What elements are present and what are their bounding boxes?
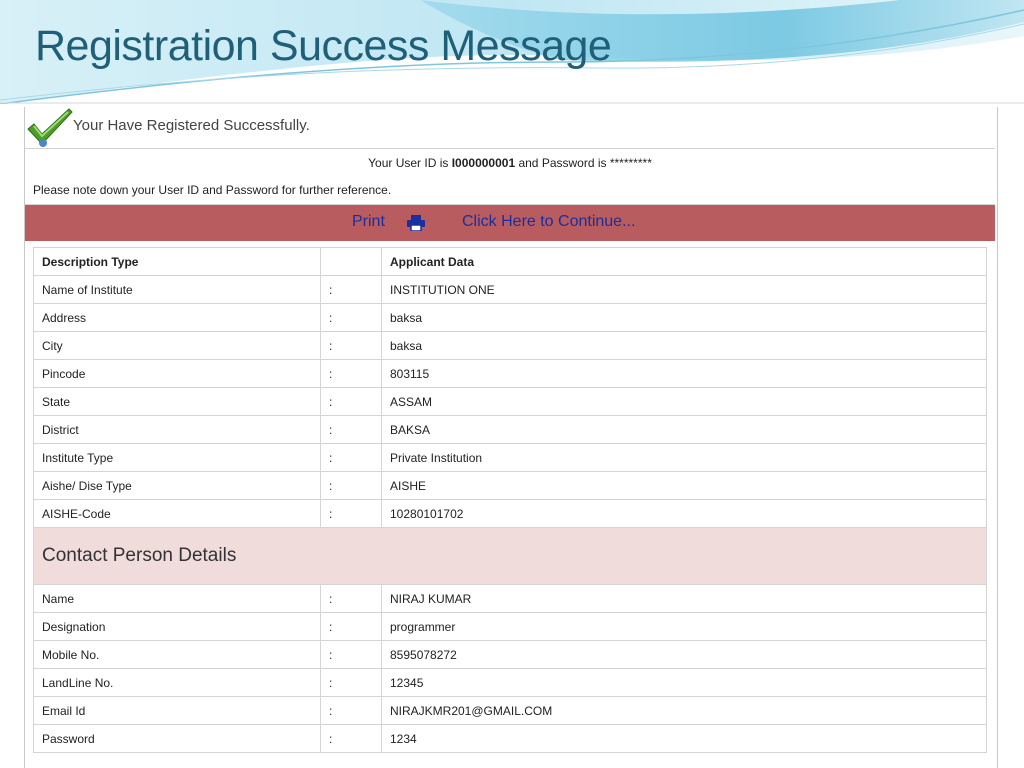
row-value: INSTITUTION ONE	[381, 275, 987, 304]
table-row: AISHE-Code : 10280101702	[33, 499, 987, 528]
userid-row: Your User ID is I000000001 and Password …	[25, 149, 995, 178]
row-separator: :	[320, 499, 382, 528]
action-bar: Print Click Here to Continue...	[25, 205, 995, 241]
row-separator: :	[320, 640, 382, 669]
continue-link[interactable]: Click Here to Continue...	[462, 213, 635, 231]
table-row: Address : baksa	[33, 303, 987, 332]
table-row: Designation : programmer	[33, 612, 987, 641]
row-value: ASSAM	[381, 387, 987, 416]
row-separator: :	[320, 724, 382, 753]
header-separator	[320, 247, 382, 276]
row-label: State	[33, 387, 321, 416]
row-label: Email Id	[33, 696, 321, 725]
row-label: AISHE-Code	[33, 499, 321, 528]
row-label: Name	[33, 584, 321, 613]
table-header-row: Description Type Applicant Data	[33, 247, 987, 276]
row-value: programmer	[381, 612, 987, 641]
userid-prefix: Your User ID is	[368, 156, 452, 170]
table-row: State : ASSAM	[33, 387, 987, 416]
row-separator: :	[320, 471, 382, 500]
row-value: 8595078272	[381, 640, 987, 669]
row-label: Aishe/ Dise Type	[33, 471, 321, 500]
row-value: BAKSA	[381, 415, 987, 444]
row-label: Designation	[33, 612, 321, 641]
row-value: 12345	[381, 668, 987, 697]
row-label: Password	[33, 724, 321, 753]
table-row: Name : NIRAJ KUMAR	[33, 584, 987, 613]
slide-title: Registration Success Message	[35, 22, 612, 70]
row-value: NIRAJKMR201@GMAIL.COM	[381, 696, 987, 725]
table-row: Institute Type : Private Institution	[33, 443, 987, 472]
row-separator: :	[320, 584, 382, 613]
reference-note: Please note down your User ID and Passwo…	[25, 177, 995, 205]
applicant-data-table: Description Type Applicant Data Name of …	[33, 247, 987, 753]
header-applicant-data: Applicant Data	[381, 247, 987, 276]
print-link[interactable]: Print	[352, 213, 385, 231]
table-row: Pincode : 803115	[33, 359, 987, 388]
row-separator: :	[320, 668, 382, 697]
row-label: Address	[33, 303, 321, 332]
row-label: Mobile No.	[33, 640, 321, 669]
row-separator: :	[320, 443, 382, 472]
row-separator: :	[320, 415, 382, 444]
row-separator: :	[320, 359, 382, 388]
table-row: Name of Institute : INSTITUTION ONE	[33, 275, 987, 304]
row-label: City	[33, 331, 321, 360]
success-row: Your Have Registered Successfully.	[25, 107, 995, 149]
header-description-type: Description Type	[33, 247, 321, 276]
table-row: Aishe/ Dise Type : AISHE	[33, 471, 987, 500]
registration-success-panel: Your Have Registered Successfully. Your …	[24, 107, 998, 768]
contact-section-header: Contact Person Details	[33, 527, 987, 585]
row-label: LandLine No.	[33, 668, 321, 697]
row-separator: :	[320, 275, 382, 304]
row-value: AISHE	[381, 471, 987, 500]
contact-section-title: Contact Person Details	[33, 527, 987, 585]
row-separator: :	[320, 331, 382, 360]
table-row: District : BAKSA	[33, 415, 987, 444]
check-icon	[27, 108, 73, 147]
userid-value: I000000001	[451, 156, 516, 170]
row-value: NIRAJ KUMAR	[381, 584, 987, 613]
table-row: Mobile No. : 8595078272	[33, 640, 987, 669]
printer-icon[interactable]	[406, 215, 426, 231]
row-separator: :	[320, 387, 382, 416]
row-value: 10280101702	[381, 499, 987, 528]
row-separator: :	[320, 612, 382, 641]
row-value: Private Institution	[381, 443, 987, 472]
password-text: and Password is *********	[515, 156, 652, 170]
row-label: Pincode	[33, 359, 321, 388]
table-row: LandLine No. : 12345	[33, 668, 987, 697]
row-label: Name of Institute	[33, 275, 321, 304]
row-separator: :	[320, 303, 382, 332]
table-row: City : baksa	[33, 331, 987, 360]
table-row: Email Id : NIRAJKMR201@GMAIL.COM	[33, 696, 987, 725]
row-value: 1234	[381, 724, 987, 753]
row-value: baksa	[381, 331, 987, 360]
row-value: baksa	[381, 303, 987, 332]
row-label: District	[33, 415, 321, 444]
row-label: Institute Type	[33, 443, 321, 472]
row-separator: :	[320, 696, 382, 725]
row-value: 803115	[381, 359, 987, 388]
table-row: Password : 1234	[33, 724, 987, 753]
success-message: Your Have Registered Successfully.	[73, 117, 310, 134]
slide-header: Registration Success Message	[0, 0, 1024, 104]
